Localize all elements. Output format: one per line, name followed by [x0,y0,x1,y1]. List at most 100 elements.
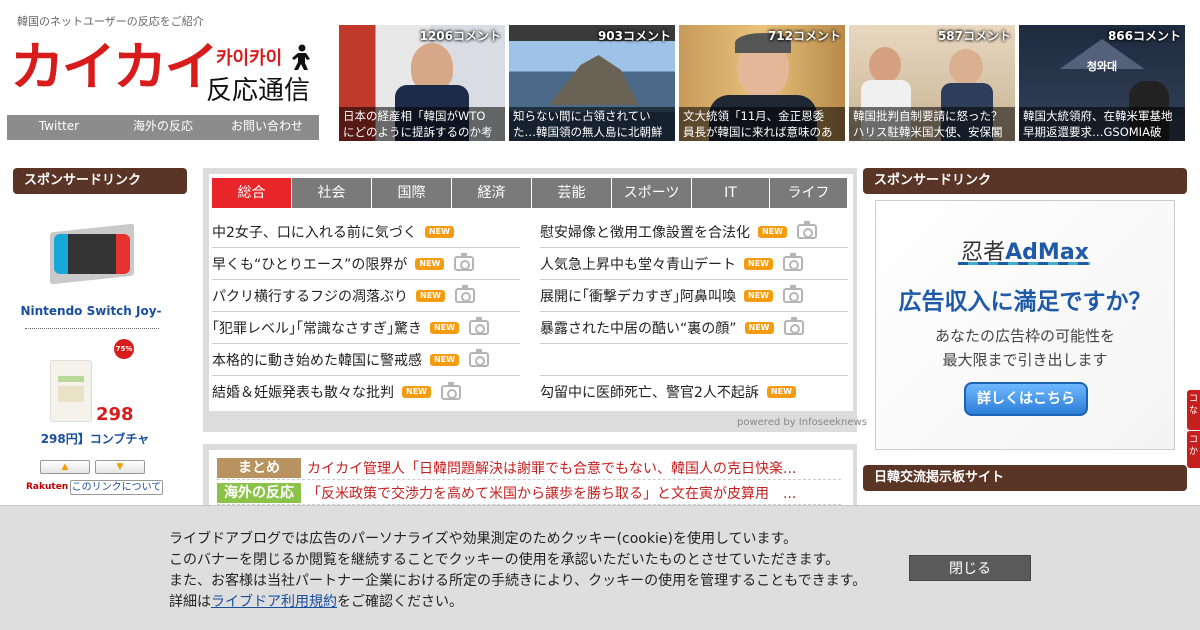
news-item[interactable]: 結婚＆妊娠発表も散々な批判 NEW [212,376,520,408]
news-item-empty [540,344,848,376]
cookie-close-button[interactable]: 閉じる [909,555,1031,581]
camera-icon [440,381,461,400]
product-link-kombucha[interactable]: 298円】コンブチャ [12,430,178,447]
tab-general[interactable]: 総合 [212,178,291,208]
caption-line: 韓国大統領府、在韓米軍基地 [1023,109,1173,123]
ad-decoration [958,262,1090,265]
nav-contact[interactable]: お問い合わせ [215,115,319,140]
featured-article[interactable]: 청와대 866コメント 韓国大統領府、在韓米軍基地 早期返還要求…GSOMIA破 [1019,25,1185,141]
new-badge: NEW [402,386,431,398]
camera-icon [454,285,475,303]
news-item[interactable]: パクリ横行するフジの凋落ぶり NEW [212,280,520,312]
news-item[interactable]: 人気急上昇中も堂々青山デート NEW [540,248,848,280]
ad-body-text: あなたの広告枠の可能性を [934,327,1115,345]
caption-line: 早期返還要求…GSOMIA破 [1023,125,1162,139]
news-item[interactable]: 本格的に動き始めた韓国に警戒感 NEW [212,344,520,376]
arrow-up-icon: ▲ [61,462,69,472]
nav-overseas-reaction[interactable]: 海外の反応 [111,115,215,140]
caption-line: 知らない間に占領されてい [513,109,651,123]
tab-it[interactable]: IT [692,178,769,208]
news-item[interactable]: 中2女子、口に入れる前に気づく NEW [212,216,520,248]
new-badge: NEW [744,321,774,334]
featured-article[interactable]: 712コメント 文大統領「11月、金正恩委 員長が韓国に来れば意味のあ [679,25,845,141]
featured-article[interactable]: 587コメント 韓国批判自制要請に怒った？ ハリス駐韓米国大使、安保閣 [849,25,1015,141]
news-item[interactable]: ｢犯罪レベル｣｢常識なさすぎ｣驚き NEW [212,312,520,344]
product-image-switch[interactable] [50,222,134,285]
matome-row[interactable]: まとめ カイカイ管理人「日韓問題解決は謝罪でも合意でもない、韓国人の克日快楽..… [217,456,841,480]
camera-icon [468,317,489,335]
news-item[interactable]: 勾留中に医師死亡、警官2人不起訴 NEW [540,376,848,408]
caption-line: 員長が韓国に来れば意味のあ [683,125,833,139]
new-badge: NEW [430,353,459,366]
ad-body-text: 最大限まで引き出します [942,351,1108,369]
article-caption: 知らない間に占領されてい た…韓国領の無人島に北朝鮮 [509,107,675,141]
news-item[interactable]: 暴露された中居の酷い“裏の顔” NEW [540,312,848,344]
caption-line: 文大統領「11月、金正恩委 [683,109,825,123]
featured-article[interactable]: 903コメント 知らない間に占領されてい た…韓国領の無人島に北朝鮮 [509,25,675,141]
matome-row[interactable]: 海外の反応 「反米政策で交渉力を高めて米国から譲歩を勝ち取る」と文在寅が皮算用 … [217,481,841,505]
category-tag: 海外の反応 [217,482,301,503]
ad-details-button[interactable]: 詳しくはこちら [964,382,1088,416]
exchange-board-header: 日韓交流掲示板サイト [863,465,1187,491]
caption-line: にどのように提訴するのか考 [343,125,493,139]
matome-link[interactable]: 「反米政策で交渉力を高めて米国から譲歩を勝ち取る」と文在寅が皮算用 ... [307,483,796,503]
arrow-down-icon: ▼ [116,462,124,472]
camera-icon [782,285,803,303]
news-tabs: 総合 社会 国際 経済 芸能 スポーツ IT ライフ [212,178,847,208]
caption-line: 韓国批判自制要請に怒った？ [853,109,1003,123]
news-title: 中2女子、口に入れる前に気づく [212,224,417,241]
news-title: 早くも“ひとりエース”の限界が [212,256,408,273]
featured-article[interactable]: 1206コメント 日本の経産相「韓国がWTO にどのように提訴するのか考 [339,25,505,141]
article-caption: 文大統領「11月、金正恩委 員長が韓国に来れば意味のあ [679,107,845,141]
divider [25,328,159,329]
carousel-up-button[interactable]: ▲ [40,460,90,474]
tab-entertainment[interactable]: 芸能 [532,178,611,208]
cookie-text-suffix: をご確認ください。 [337,594,463,610]
tab-international[interactable]: 国際 [372,178,451,208]
camera-icon [454,253,475,271]
comment-count: 866コメント [1107,29,1181,43]
carousel-down-button[interactable]: ▼ [95,460,145,474]
left-sponsor-header: スポンサードリンク [13,168,187,194]
caption-line: た…韓国領の無人島に北朝鮮 [513,125,663,139]
news-item[interactable]: 展開に｢衝撃デカすぎ｣阿鼻叫喚 NEW [540,280,848,312]
tab-economy[interactable]: 経済 [452,178,531,208]
news-title: 結婚＆妊娠発表も散々な批判 [212,385,394,401]
news-title: パクリ横行するフジの凋落ぶり [212,288,408,305]
news-title: 人気急上昇中も堂々青山デート [540,256,736,273]
tab-life[interactable]: ライフ [770,178,847,208]
news-item[interactable]: 早くも“ひとりエース”の限界が NEW [212,248,520,280]
site-logo[interactable]: カイカイ [10,42,219,94]
caption-line: 日本の経産相「韓国がWTO [343,109,486,123]
terms-link[interactable]: ライブドア利用規約 [211,594,337,610]
category-tag: まとめ [217,457,301,478]
logo-person-icon [292,44,310,70]
comment-count: 712コメント [767,29,841,43]
caption-line: ハリス駐韓米国大使、安保閣 [853,125,1003,139]
new-badge: NEW [758,225,787,238]
side-tab-label: コか [1188,435,1198,457]
side-floating-tab[interactable]: コな [1187,390,1200,430]
tab-society[interactable]: 社会 [292,178,371,208]
new-badge: NEW [766,386,796,398]
news-title: 展開に｢衝撃デカすぎ｣阿鼻叫喚 [540,288,736,305]
about-this-link[interactable]: このリンクについて [70,480,163,495]
side-tab-label: コな [1188,394,1198,416]
news-list-left: 中2女子、口に入れる前に気づく NEW 早くも“ひとりエース”の限界が NEW パク… [212,216,520,408]
article-caption: 韓国批判自制要請に怒った？ ハリス駐韓米国大使、安保閣 [849,107,1015,141]
matome-link[interactable]: カイカイ管理人「日韓問題解決は謝罪でも合意でもない、韓国人の克日快楽... [307,458,796,478]
logo-subtitle: 反応通信 [206,76,311,106]
camera-icon [468,349,489,367]
site-tagline: 韓国のネットユーザーの反応をご紹介 [17,15,204,28]
rakuten-logo[interactable]: Rakuten [26,482,68,492]
nav-twitter[interactable]: Twitter [7,115,111,140]
camera-icon [782,253,803,271]
product-link-switch[interactable]: Nintendo Switch Joy- [12,304,170,318]
powered-by[interactable]: powered by Infoseeknews [737,417,867,428]
logo-korean-text: 카이카이 [216,48,283,69]
news-item[interactable]: 慰安婦像と徴用工像設置を合法化 NEW [540,216,848,248]
comment-count: 903コメント [597,29,671,43]
tab-sports[interactable]: スポーツ [612,178,691,208]
side-floating-tab[interactable]: コか [1187,430,1200,468]
cookie-text: ライブドアブログでは広告のパーソナライズや効果測定のためクッキー(cookie)… [169,531,798,547]
